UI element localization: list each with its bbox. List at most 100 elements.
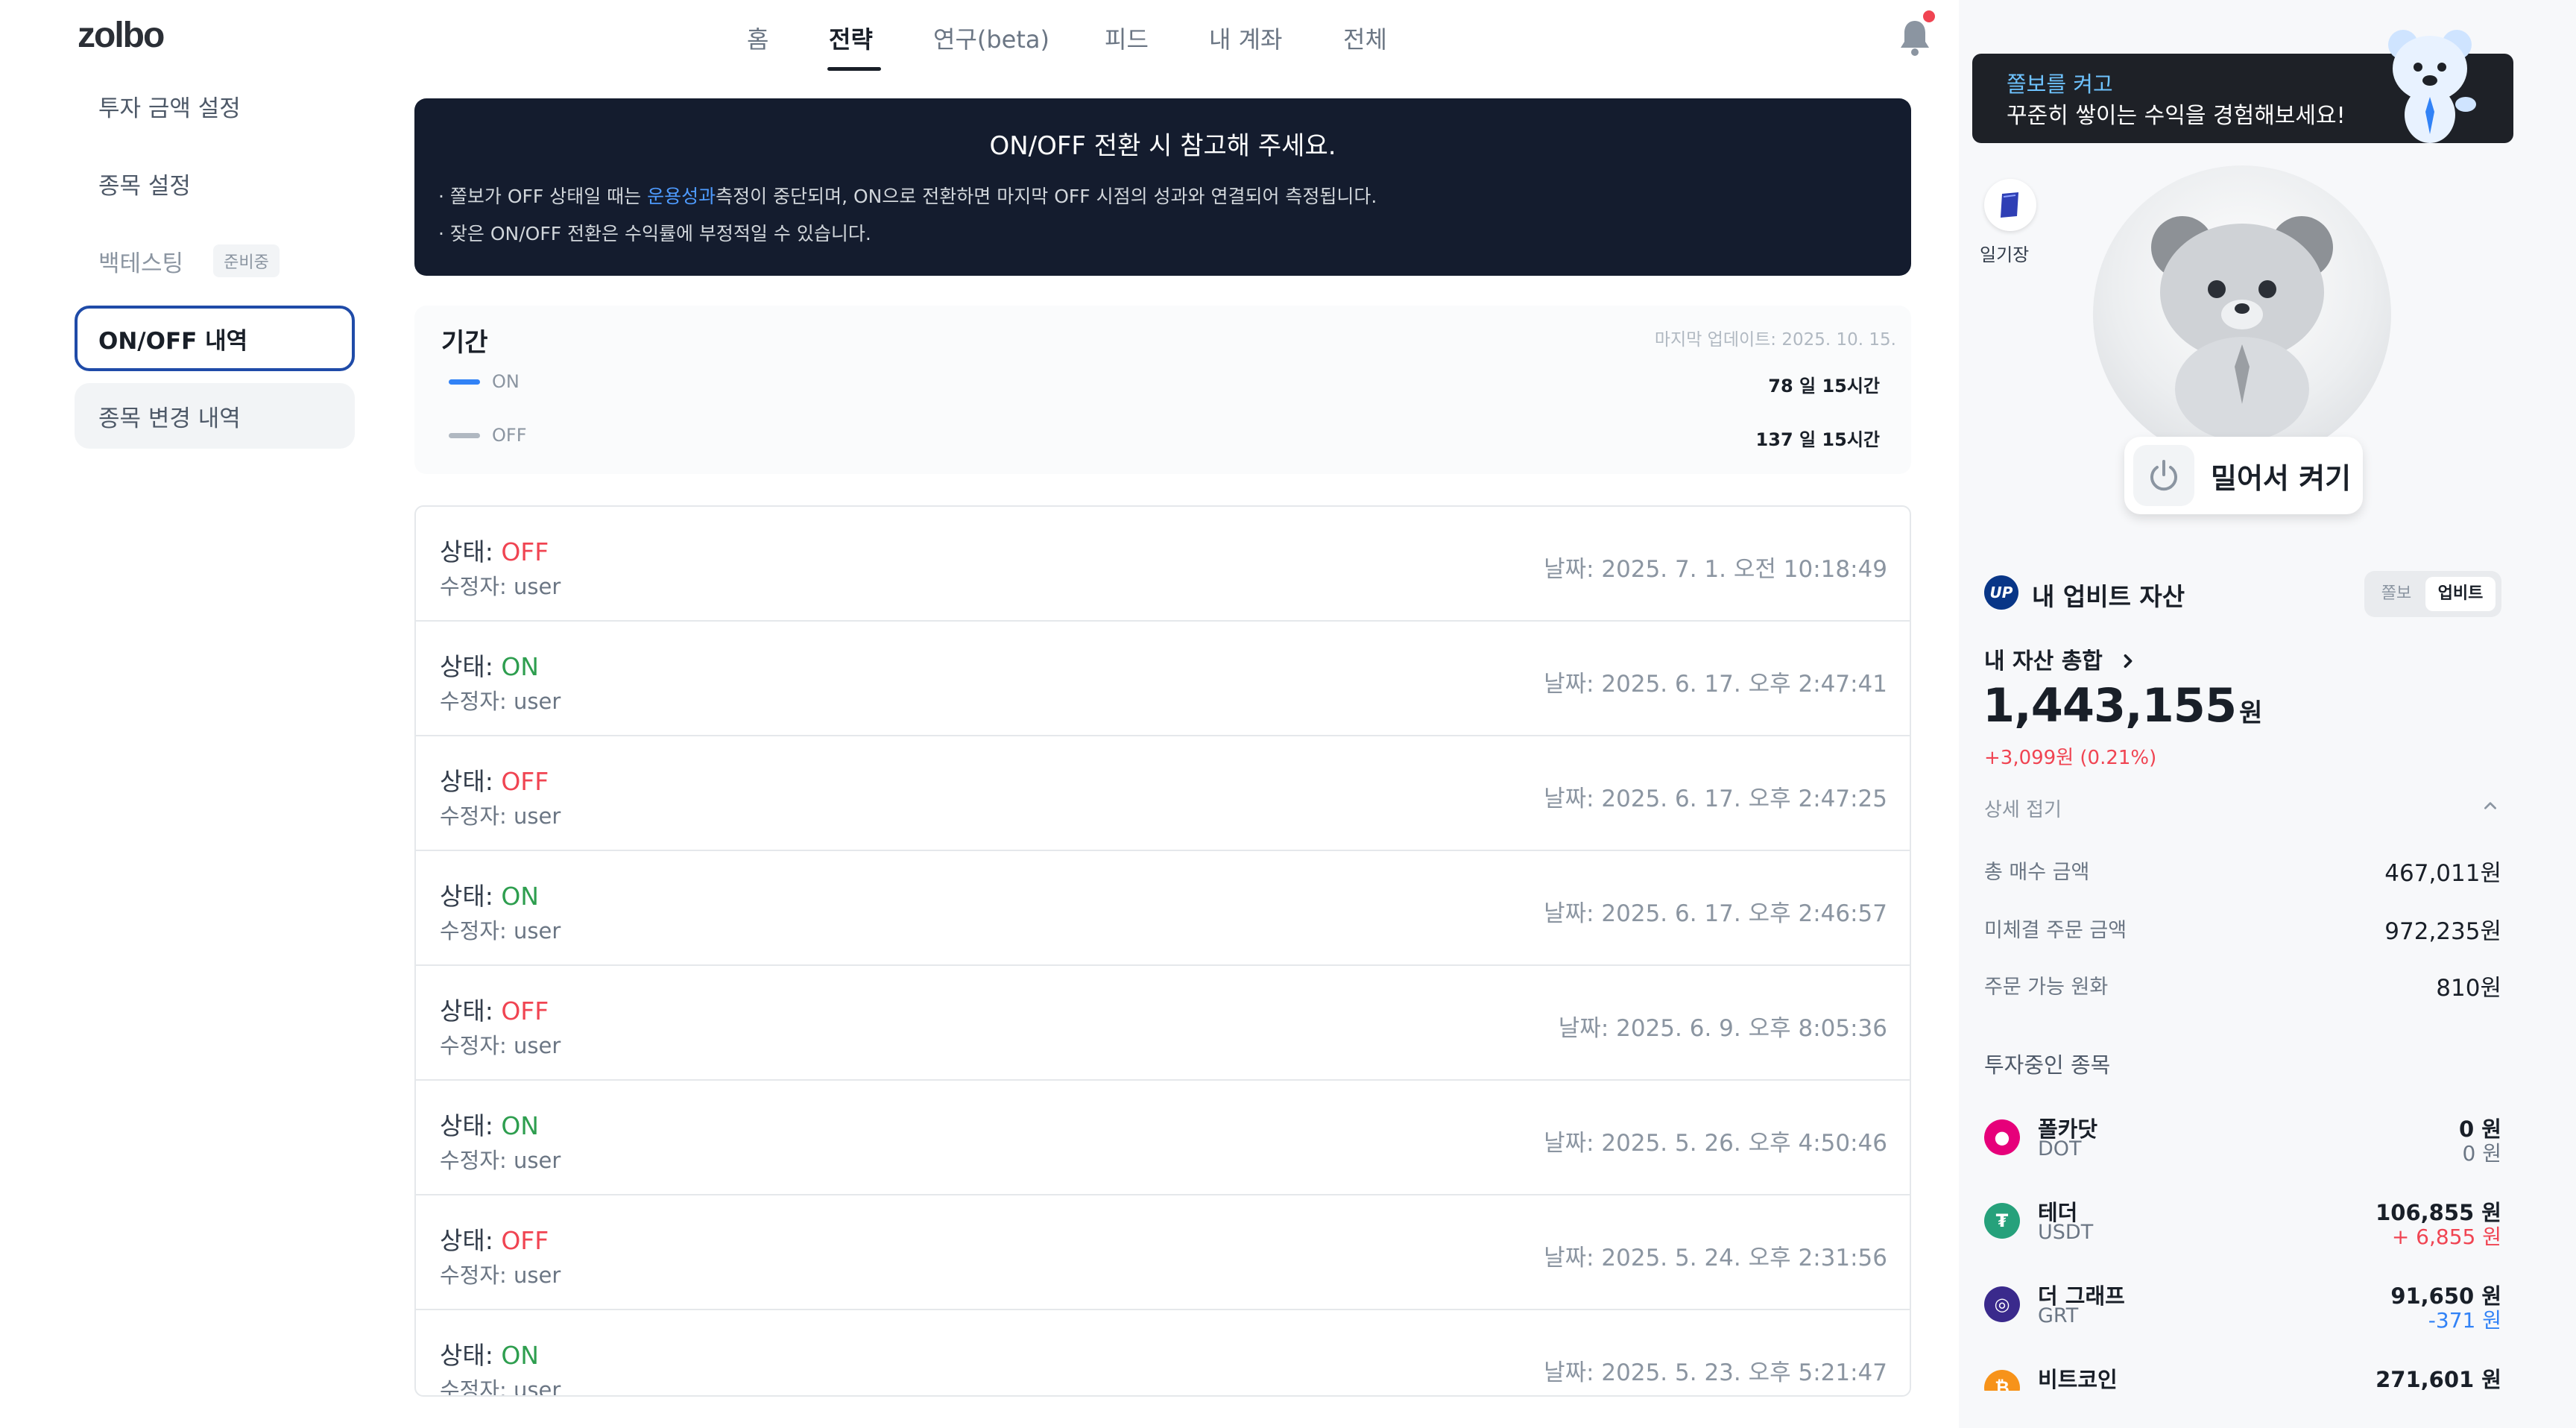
coin-symbol: DOT xyxy=(2038,1137,2082,1160)
editor-prefix: 수정자: xyxy=(440,574,514,599)
editor-prefix: 수정자: xyxy=(440,1263,514,1288)
editor-prefix: 수정자: xyxy=(440,1148,514,1173)
asset-source-toggle[interactable]: 쫄보 업비트 xyxy=(2364,571,2501,617)
tab-my-account[interactable]: 내 계좌 xyxy=(1209,21,1283,55)
onoff-history-list[interactable]: 상태: OFF 수정자: user 날짜: 2025. 7. 1. 오전 10:18… xyxy=(414,505,1911,1397)
sidebar-item-onoff-history[interactable]: ON/OFF 내역 xyxy=(75,306,355,371)
on-legend-label: ON xyxy=(492,371,520,392)
history-date: 날짜: 2025. 6. 17. 오후 2:47:25 xyxy=(1544,780,1887,813)
date-value: 2025. 5. 24. 오후 2:31:56 xyxy=(1601,1245,1887,1271)
status-prefix: 상태: xyxy=(440,1111,502,1140)
history-editor: 수정자: user xyxy=(440,1143,561,1175)
history-editor: 수정자: user xyxy=(440,1373,561,1397)
power-handle[interactable] xyxy=(2133,445,2194,506)
editor-value: user xyxy=(514,918,561,944)
asset-title: 내 업비트 자산 xyxy=(2032,582,2185,611)
off-legend-line xyxy=(449,433,480,438)
diary-label: 일기장 xyxy=(1980,244,2030,265)
chevron-right-icon xyxy=(2124,654,2133,668)
bear-mascot-icon xyxy=(2151,216,2333,441)
history-row: 상태: OFF 수정자: user 날짜: 2025. 5. 24. 오후 2:31… xyxy=(416,1195,1910,1310)
tab-research[interactable]: 연구(beta) xyxy=(933,21,1049,55)
sidebar-item-label: 종목 변경 내역 xyxy=(98,405,241,432)
segment-upbit[interactable]: 업비트 xyxy=(2425,577,2496,611)
notice-line-1-suffix: 측정이 중단되며, ON으로 전환하면 마지막 OFF 시점의 성과와 연결되어… xyxy=(716,186,1377,207)
swipe-to-turn-on-button[interactable]: 밀어서 켜기 xyxy=(2124,437,2363,514)
sidebar-item-label: 투자 금액 설정 xyxy=(98,95,241,122)
total-assets-link[interactable]: 내 자산 총합 xyxy=(1984,642,2137,675)
zolbo-logo[interactable]: zolbo xyxy=(78,15,165,56)
date-prefix: 날짜: xyxy=(1544,786,1602,812)
status-value: OFF xyxy=(501,1226,549,1255)
editor-value: user xyxy=(514,1033,561,1058)
editor-prefix: 수정자: xyxy=(440,918,514,944)
editor-prefix: 수정자: xyxy=(440,1377,514,1397)
status-value: OFF xyxy=(501,996,549,1026)
coin-profit-loss: + 6,855 원 xyxy=(2391,1225,2501,1249)
sidebar-item-coin-settings[interactable]: 종목 설정 xyxy=(75,151,355,216)
last-updated: 마지막 업데이트: 2025. 10. 15. xyxy=(1654,330,1896,350)
date-prefix: 날짜: xyxy=(1544,1245,1602,1271)
performance-link[interactable]: 운용성과 xyxy=(647,186,716,207)
date-value: 2025. 6. 17. 오후 2:47:41 xyxy=(1601,671,1887,698)
history-editor: 수정자: user xyxy=(440,1029,561,1060)
coming-soon-badge: 준비중 xyxy=(213,244,280,277)
history-date: 날짜: 2025. 5. 24. 오후 2:31:56 xyxy=(1544,1239,1887,1272)
polkadot-icon: ● xyxy=(1984,1119,2020,1155)
total-purchase-label: 총 매수 금액 xyxy=(1984,861,2090,884)
status-prefix: 상태: xyxy=(440,767,502,796)
mascot-bubble xyxy=(2093,165,2391,464)
editor-prefix: 수정자: xyxy=(440,689,514,714)
total-assets-label: 내 자산 총합 xyxy=(1984,648,2103,674)
holdings-title: 투자중인 종목 xyxy=(1984,1052,2111,1078)
status-value: OFF xyxy=(501,537,549,566)
chevron-up-icon[interactable] xyxy=(2482,797,2498,814)
promo-line-1: 쫄보를 켜고 xyxy=(2007,72,2113,97)
collapse-details-toggle[interactable]: 상세 접기 xyxy=(1984,794,2062,822)
sidebar-item-investment-amount[interactable]: 투자 금액 설정 xyxy=(75,73,355,139)
sidebar-item-coin-change-history[interactable]: 종목 변경 내역 xyxy=(75,383,355,449)
date-prefix: 날짜: xyxy=(1544,1359,1602,1386)
panel-bottom-edge xyxy=(1959,1391,2576,1428)
status-value: OFF xyxy=(501,767,549,796)
history-date: 날짜: 2025. 6. 9. 오후 8:05:36 xyxy=(1559,1009,1887,1043)
date-prefix: 날짜: xyxy=(1544,556,1602,583)
pending-order-value: 972,235원 xyxy=(2384,918,2501,945)
date-value: 2025. 6. 17. 오후 2:47:25 xyxy=(1601,786,1887,812)
history-editor: 수정자: user xyxy=(440,914,561,945)
coin-symbol: USDT xyxy=(2038,1221,2094,1244)
onoff-notice-banner: ON/OFF 전환 시 참고해 주세요. · 쫄보가 OFF 상태일 때는 운용… xyxy=(414,98,1911,276)
promo-line-2: 꾸준히 쌓이는 수익을 경험해보세요! xyxy=(2007,103,2346,129)
editor-value: user xyxy=(514,1263,561,1288)
history-row: 상태: OFF 수정자: user 날짜: 2025. 7. 1. 오전 10:18… xyxy=(416,507,1910,622)
history-editor: 수정자: user xyxy=(440,799,561,830)
period-summary: 기간 마지막 업데이트: 2025. 10. 15. ON 78 일 15시간 … xyxy=(414,306,1911,474)
tab-home[interactable]: 홈 xyxy=(747,21,768,55)
status-value: ON xyxy=(501,882,539,911)
total-assets-amount: 1,443,155 xyxy=(1983,678,2237,733)
tab-all[interactable]: 전체 xyxy=(1343,21,1387,55)
history-status: 상태: ON xyxy=(440,876,539,912)
history-row: 상태: ON 수정자: user 날짜: 2025. 6. 17. 오후 2:46:… xyxy=(416,851,1910,966)
notice-line-1: · 쫄보가 OFF 상태일 때는 운용성과측정이 중단되며, ON으로 전환하면… xyxy=(438,182,1377,209)
editor-value: user xyxy=(514,1148,561,1173)
history-date: 날짜: 2025. 5. 23. 오후 5:21:47 xyxy=(1544,1353,1887,1387)
tab-feed[interactable]: 피드 xyxy=(1105,21,1149,55)
segment-zolbo[interactable]: 쫄보 xyxy=(2370,577,2422,611)
history-editor: 수정자: user xyxy=(440,1258,561,1289)
sidebar-item-backtesting: 백테스팅 준비중 xyxy=(75,228,355,294)
off-duration: 137 일 15시간 xyxy=(1755,429,1880,450)
history-status: 상태: OFF xyxy=(440,762,549,797)
editor-value: user xyxy=(514,803,561,829)
mascot-bear-icon xyxy=(2388,30,2476,143)
history-row: 상태: ON 수정자: user 날짜: 2025. 5. 26. 오후 4:50:… xyxy=(416,1081,1910,1195)
date-prefix: 날짜: xyxy=(1544,671,1602,698)
history-status: 상태: ON xyxy=(440,1336,539,1371)
diary-button[interactable] xyxy=(1984,179,2036,231)
power-button-label: 밀어서 켜기 xyxy=(2211,461,2352,495)
bell-icon[interactable] xyxy=(1898,18,1932,57)
history-editor: 수정자: user xyxy=(440,684,561,715)
tether-icon: ₮ xyxy=(1984,1203,2020,1239)
tab-strategy[interactable]: 전략 xyxy=(829,21,873,55)
upbit-logo-icon: UP xyxy=(1984,575,2018,610)
